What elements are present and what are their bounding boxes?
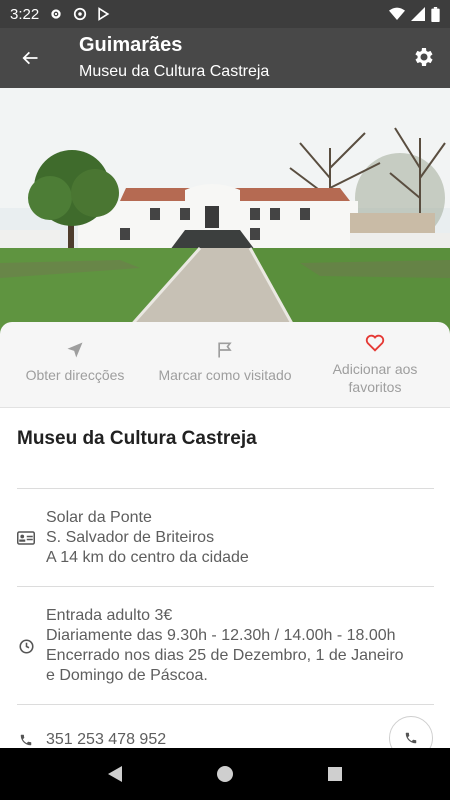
divider — [17, 488, 434, 489]
address-line: S. Salvador de Briteiros — [46, 529, 215, 546]
flag-icon — [218, 342, 232, 358]
get-directions-label: Obter direcções — [25, 367, 125, 383]
phone-call-icon — [405, 732, 417, 744]
app-bar: Guimarães Museu da Cultura Castreja — [0, 28, 450, 88]
gear-icon — [415, 48, 433, 66]
add-favorite-button[interactable]: Adicionar aos favoritos — [300, 322, 450, 407]
phone-number[interactable]: 351 253 478 952 — [46, 730, 166, 748]
place-title: Museu da Cultura Castreja — [17, 428, 257, 449]
address-card-icon — [17, 529, 35, 547]
status-bar: 3:22 — [0, 0, 450, 28]
mark-visited-button[interactable]: Marcar como visitado — [150, 322, 300, 407]
navigation-arrow-icon — [67, 342, 83, 358]
hero-photo — [0, 88, 450, 338]
play-store-notification-icon — [98, 7, 110, 21]
hours-line: Diariamente das 9.30h - 12.30h / 14.00h … — [46, 627, 396, 644]
mark-visited-label: Marcar como visitado — [158, 367, 292, 383]
system-nav-bar — [0, 748, 450, 800]
action-bar: Obter direcções Marcar como visitado Adi… — [0, 322, 450, 408]
nav-back-icon[interactable] — [107, 765, 123, 783]
clock-icon — [17, 637, 35, 655]
app-bar-title: Guimarães — [79, 34, 183, 56]
add-favorite-label: Adicionar aos favoritos — [332, 361, 418, 395]
address-line: Solar da Ponte — [46, 509, 152, 526]
status-time: 3:22 — [10, 5, 40, 23]
hours-line: e Domingo de Páscoa. — [46, 667, 208, 684]
divider — [17, 704, 434, 705]
get-directions-button[interactable]: Obter direcções — [0, 322, 150, 407]
app-bar-subtitle: Museu da Cultura Castreja — [79, 63, 270, 80]
phone-icon — [17, 731, 35, 748]
place-details: Museu da Cultura Castreja Solar da Ponte… — [0, 408, 450, 748]
settings-notification-icon — [51, 9, 61, 19]
battery-icon — [431, 6, 440, 22]
wifi-icon — [389, 7, 405, 21]
arrow-back-icon — [22, 51, 38, 65]
call-button[interactable] — [389, 716, 433, 748]
signal-icon — [411, 7, 425, 21]
settings-button[interactable] — [406, 40, 440, 74]
nav-recents-icon[interactable] — [327, 766, 343, 782]
at-sign-notification-icon — [74, 7, 87, 21]
hours-line: Encerrado nos dias 25 de Dezembro, 1 de … — [46, 647, 404, 664]
address-line: A 14 km do centro da cidade — [46, 549, 249, 566]
back-button[interactable] — [14, 42, 46, 74]
heart-icon — [365, 334, 385, 352]
hours-line: Entrada adulto 3€ — [46, 607, 173, 624]
divider — [17, 586, 434, 587]
nav-home-icon[interactable] — [216, 765, 234, 783]
